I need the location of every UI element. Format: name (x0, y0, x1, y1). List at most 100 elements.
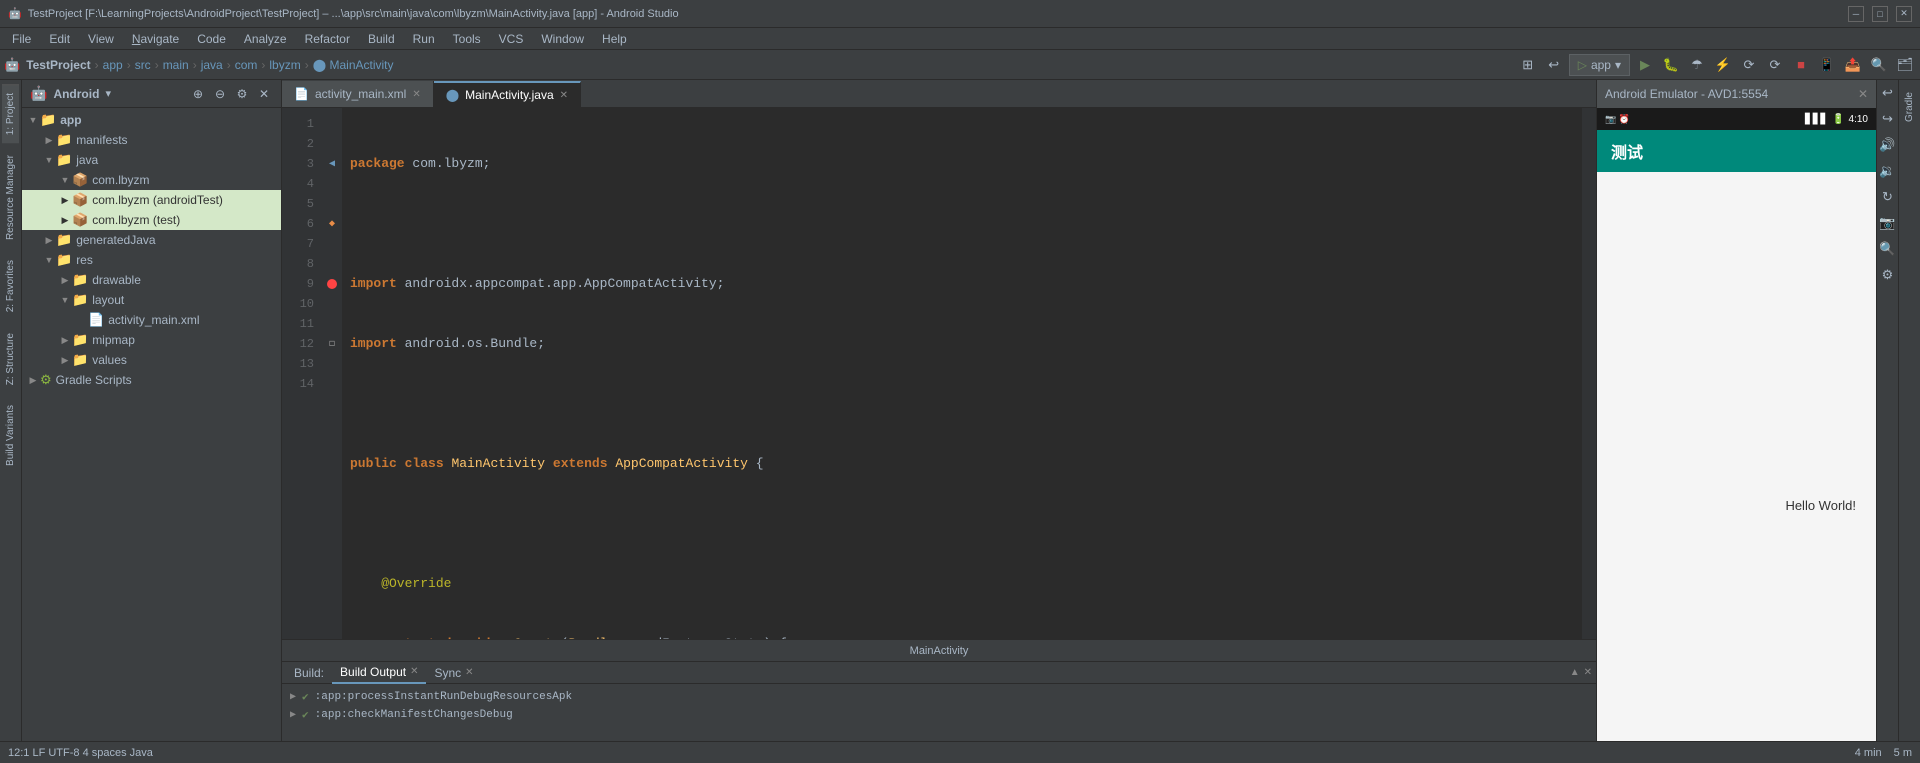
settings-button[interactable]: 🗂 (1894, 54, 1916, 76)
bottom-up-button[interactable]: ▲ (1570, 667, 1580, 678)
tab-favorites[interactable]: 2: Favorites (2, 252, 19, 320)
tree-label-mipmap: mipmap (92, 333, 135, 347)
fold-icon-3[interactable]: ◀ (329, 158, 335, 170)
minimize-button[interactable]: ─ (1848, 6, 1864, 22)
panel-collapse-button[interactable]: ⊖ (211, 85, 229, 103)
tree-item-activity-main[interactable]: ▶ 📄 activity_main.xml (22, 310, 281, 330)
emulator-close-button[interactable]: ✕ (1858, 87, 1868, 101)
build-arrow-1[interactable]: ▶ (290, 691, 296, 703)
menu-vcs[interactable]: VCS (491, 28, 532, 50)
maximize-button[interactable]: □ (1872, 6, 1888, 22)
menu-code[interactable]: Code (189, 28, 234, 50)
close-button[interactable]: ✕ (1896, 6, 1912, 22)
scrollbar-area[interactable] (1582, 108, 1596, 639)
tree-item-manifests[interactable]: ▶ 📁 manifests (22, 130, 281, 150)
tab-project[interactable]: 1: Project (2, 84, 19, 143)
debug-button[interactable]: 🐛 (1660, 54, 1682, 76)
tree-arrow-com-lbyzm: ▼ (58, 175, 72, 185)
layout-toggle-button[interactable]: ⊞ (1517, 54, 1539, 76)
tree-item-androidtest[interactable]: ▶ 📦 com.lbyzm (androidTest) (22, 190, 281, 210)
breadcrumb-com[interactable]: com (235, 58, 258, 72)
menu-build[interactable]: Build (360, 28, 403, 50)
run-config-label: app (1591, 58, 1611, 72)
status-text: 12:1 LF UTF-8 4 spaces Java (8, 747, 153, 759)
close-sync-tab[interactable]: ✕ (465, 667, 473, 678)
package-icon: 📦 (72, 172, 88, 188)
code-content[interactable]: package com.lbyzm; import androidx.appco… (342, 108, 1582, 639)
run-icon-6[interactable]: ◆ (329, 218, 335, 230)
breakpoint-9[interactable] (327, 279, 337, 289)
right-tool-2[interactable]: ↪ (1879, 110, 1897, 128)
bottom-tab-build-output[interactable]: Build Output ✕ (332, 662, 426, 684)
tree-item-values[interactable]: ▶ 📁 values (22, 350, 281, 370)
menu-file[interactable]: File (4, 28, 39, 50)
menu-window[interactable]: Window (533, 28, 592, 50)
right-tool-volume-down[interactable]: 🔉 (1879, 162, 1897, 180)
close-xml-tab[interactable]: ✕ (412, 89, 420, 100)
panel-dropdown[interactable]: ▾ (105, 87, 111, 100)
bottom-tab-build[interactable]: Build: (286, 662, 332, 684)
right-tool-settings[interactable]: ⚙ (1879, 266, 1897, 284)
search-button[interactable]: 🔍 (1868, 54, 1890, 76)
right-tool-volume-up[interactable]: 🔊 (1879, 136, 1897, 154)
tree-item-drawable[interactable]: ▶ 📁 drawable (22, 270, 281, 290)
right-tool-1[interactable]: ↩ (1879, 84, 1897, 102)
title-bar-controls[interactable]: ─ □ ✕ (1848, 6, 1912, 22)
editor-container: 📄 activity_main.xml ✕ ⬤ MainActivity.jav… (282, 80, 1596, 741)
panel-close-button[interactable]: ✕ (255, 85, 273, 103)
breadcrumb-lbyzm[interactable]: lbyzm (269, 58, 300, 72)
tree-item-mipmap[interactable]: ▶ 📁 mipmap (22, 330, 281, 350)
right-tool-zoom[interactable]: 🔍 (1879, 240, 1897, 258)
menu-view[interactable]: View (80, 28, 122, 50)
avd-button[interactable]: 📱 (1816, 54, 1838, 76)
menu-help[interactable]: Help (594, 28, 635, 50)
close-build-output-tab[interactable]: ✕ (410, 666, 418, 677)
breadcrumb-mainactivity[interactable]: ⬤ MainActivity (313, 58, 394, 72)
tree-item-com-lbyzm[interactable]: ▼ 📦 com.lbyzm (22, 170, 281, 190)
breadcrumb-main[interactable]: main (163, 58, 189, 72)
tab-mainactivity-java[interactable]: ⬤ MainActivity.java ✕ (434, 81, 581, 107)
menu-edit[interactable]: Edit (41, 28, 78, 50)
run-config-selector[interactable]: ▷ app ▾ (1569, 54, 1630, 76)
sdk-button[interactable]: 📤 (1842, 54, 1864, 76)
tree-item-test[interactable]: ▶ 📦 com.lbyzm (test) (22, 210, 281, 230)
menu-run[interactable]: Run (405, 28, 443, 50)
tree-item-app[interactable]: ▼ 📁 app (22, 110, 281, 130)
menu-refactor[interactable]: Refactor (297, 28, 358, 50)
tab-build-variants[interactable]: Build Variants (2, 397, 19, 474)
run-button[interactable]: ▶ (1634, 54, 1656, 76)
close-java-tab[interactable]: ✕ (560, 90, 568, 101)
menu-navigate[interactable]: Navigate (124, 28, 187, 50)
profile-button[interactable]: ⚡ (1712, 54, 1734, 76)
tab-activity-main-xml[interactable]: 📄 activity_main.xml ✕ (282, 81, 434, 107)
bottom-tab-sync[interactable]: Sync ✕ (426, 662, 481, 684)
tab-resource-manager[interactable]: Resource Manager (2, 147, 19, 248)
right-tool-rotate[interactable]: ↻ (1879, 188, 1897, 206)
stop-button[interactable]: ■ (1790, 54, 1812, 76)
panel-gear-button[interactable]: ⚙ (233, 85, 251, 103)
tree-item-res[interactable]: ▼ 📁 res (22, 250, 281, 270)
menu-tools[interactable]: Tools (445, 28, 489, 50)
apply-changes-button[interactable]: ⟳ (1738, 54, 1760, 76)
tree-item-generatedjava[interactable]: ▶ 📁 generatedJava (22, 230, 281, 250)
breadcrumb-testproject[interactable]: TestProject (26, 58, 90, 72)
breadcrumb-java[interactable]: java (201, 58, 223, 72)
breadcrumb-app[interactable]: app (103, 58, 123, 72)
bookmark-12[interactable]: ◻ (329, 338, 335, 350)
menu-analyze[interactable]: Analyze (236, 28, 295, 50)
tab-structure[interactable]: Z: Structure (2, 325, 19, 393)
sync-button[interactable]: ⟳ (1764, 54, 1786, 76)
tree-item-java[interactable]: ▼ 📁 java (22, 150, 281, 170)
tree-item-gradle-scripts[interactable]: ▶ ⚙ Gradle Scripts (22, 370, 281, 390)
breadcrumb-src[interactable]: src (135, 58, 151, 72)
back-button[interactable]: ↩ (1543, 54, 1565, 76)
panel-expand-button[interactable]: ⊕ (189, 85, 207, 103)
bottom-close-button[interactable]: ✕ (1584, 667, 1592, 678)
gradle-side-tab[interactable]: Gradle (1901, 84, 1918, 130)
build-arrow-2[interactable]: ▶ (290, 709, 296, 721)
code-line-4: import android.os.Bundle; (350, 334, 1574, 354)
right-tool-camera[interactable]: 📷 (1879, 214, 1897, 232)
tree-item-layout[interactable]: ▼ 📁 layout (22, 290, 281, 310)
code-editor[interactable]: 1 2 3 4 5 6 7 8 9 10 11 12 13 14 ◀ (282, 108, 1596, 639)
coverage-button[interactable]: ☂ (1686, 54, 1708, 76)
